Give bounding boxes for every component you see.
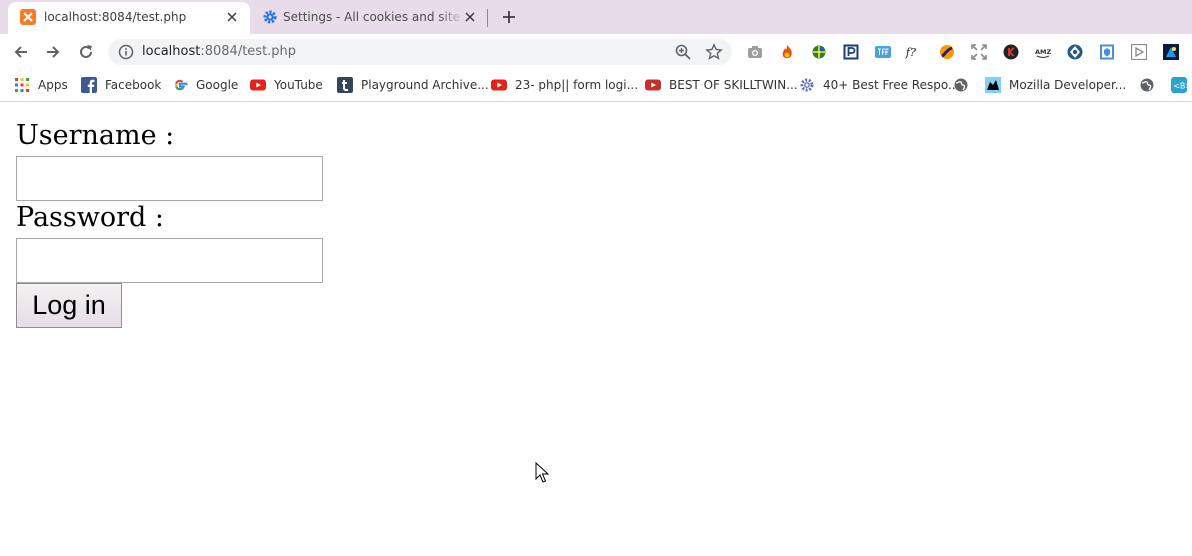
bookmark-label: YouTube	[274, 78, 323, 92]
youtube-icon	[491, 79, 507, 91]
xampp-icon	[20, 9, 36, 25]
url-path: :8084/test.php	[200, 44, 297, 59]
bookmark-label: Mozilla Developer...	[1009, 78, 1127, 92]
camera-icon[interactable]	[747, 44, 763, 60]
new-tab-icon[interactable]	[500, 8, 518, 26]
reload-icon[interactable]	[77, 43, 95, 61]
tumblr-icon	[337, 77, 353, 93]
bookmark-label: Playground Archive...	[361, 78, 489, 92]
bookmark-label: 40+ Best Free Respo...	[823, 78, 960, 92]
svg-text:f?: f?	[905, 46, 917, 59]
info-icon[interactable]	[118, 44, 134, 60]
bookmark-label: BEST OF SKILLTWIN...	[669, 78, 798, 92]
zoom-icon[interactable]	[674, 43, 692, 61]
password-field[interactable]	[16, 238, 323, 283]
url-host: localhost	[142, 44, 201, 59]
tab-localhost[interactable]: localhost:8084/test.php	[8, 2, 250, 34]
close-icon[interactable]	[226, 11, 238, 23]
amz-extension-icon[interactable]: AMZ	[1035, 44, 1051, 60]
gear-icon	[800, 78, 814, 92]
play-extension-icon[interactable]	[1131, 44, 1147, 60]
bookmark-star-icon[interactable]	[705, 43, 723, 61]
youtube-icon	[250, 79, 266, 91]
svg-text:<B>: <B>	[1173, 82, 1187, 91]
forward-arrow-icon[interactable]	[44, 43, 62, 61]
bookmark-label: Apps	[38, 78, 68, 92]
address-bar[interactable]: localhost:8084/test.php	[108, 39, 732, 65]
tff-extension-icon[interactable]	[875, 44, 891, 60]
bookmarks-bar: Apps Facebook Google YouTube Playground …	[0, 70, 1192, 102]
apps-grid-icon	[15, 78, 29, 92]
settings-gear-icon	[263, 10, 277, 24]
bootstrap-icon: <B>	[1171, 77, 1187, 93]
facebook-icon	[81, 77, 97, 93]
url-text[interactable]: localhost:8084/test.php	[142, 44, 296, 59]
svg-text:AMZ: AMZ	[1035, 48, 1051, 56]
google-icon	[174, 79, 188, 91]
globe-extension-icon[interactable]	[811, 44, 827, 60]
bookmark-label: Google	[196, 78, 239, 92]
globe-icon	[1140, 78, 1154, 92]
expand-icon[interactable]	[971, 44, 987, 60]
bookmark-label: 23- php|| form logi...	[515, 78, 639, 92]
shield-extension-icon[interactable]	[1099, 44, 1115, 60]
p-extension-icon[interactable]	[843, 44, 859, 60]
bookmark-bootstrap[interactable]: <B>	[1171, 77, 1187, 95]
tab-settings[interactable]: Settings - All cookies and site data	[250, 2, 488, 34]
tab-title: localhost:8084/test.php	[44, 10, 187, 24]
page-content: Username : Password : Log in	[0, 103, 1192, 556]
mdn-icon	[985, 77, 1001, 93]
tab-strip: localhost:8084/test.php Settings - All c…	[0, 0, 1192, 34]
k-extension-icon[interactable]	[1003, 44, 1019, 60]
close-icon[interactable]	[464, 11, 476, 23]
globe-icon	[954, 78, 968, 92]
swirl-extension-icon[interactable]	[939, 44, 955, 60]
fire-extension-icon[interactable]	[779, 44, 795, 60]
login-button[interactable]: Log in	[16, 283, 122, 328]
youtube-icon	[645, 79, 661, 91]
password-label: Password :	[16, 202, 164, 233]
tab-title: Settings - All cookies and site data	[283, 10, 465, 24]
blue-circle-extension-icon[interactable]	[1067, 44, 1083, 60]
dark-extension-icon[interactable]	[1163, 44, 1179, 60]
username-field[interactable]	[16, 156, 323, 201]
bookmark-globe-2[interactable]	[1139, 77, 1155, 95]
mouse-cursor-icon	[535, 462, 550, 483]
fx-extension-icon[interactable]: f?	[905, 44, 921, 60]
username-label: Username :	[16, 120, 175, 151]
bookmark-globe[interactable]	[953, 77, 969, 95]
tab-separator	[487, 9, 488, 27]
back-arrow-icon[interactable]	[12, 43, 30, 61]
bookmark-label: Facebook	[105, 78, 162, 92]
